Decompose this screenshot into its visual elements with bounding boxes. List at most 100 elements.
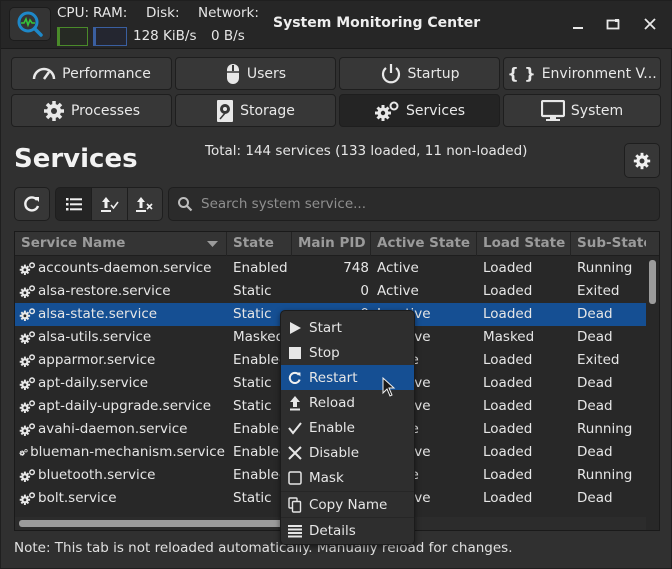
gauge-icon <box>32 67 56 80</box>
menu-item-stop[interactable]: Stop <box>281 340 414 365</box>
column-header-load-state[interactable]: Load State <box>477 232 571 256</box>
service-name-cell: bluetooth.service <box>19 464 225 487</box>
vertical-scrollbar[interactable] <box>649 260 656 304</box>
service-gears-icon <box>19 469 36 482</box>
harddisk-icon <box>217 99 234 122</box>
pid-cell: 748 <box>343 260 369 276</box>
restore-icon <box>606 19 620 30</box>
menu-item-label: Disable <box>309 444 360 461</box>
column-header-state[interactable]: State <box>227 232 292 256</box>
menu-item-disable[interactable]: Disable <box>281 440 414 465</box>
gear-icon <box>43 100 64 121</box>
load-cell: Loaded <box>483 260 533 276</box>
refresh-icon <box>24 196 40 212</box>
restart-icon <box>288 371 301 384</box>
tab-label: System <box>570 102 624 119</box>
menu-item-copy-name[interactable]: Copy Name <box>281 492 414 517</box>
context-menu: Start Stop Restart Reload Enable Disable… <box>280 310 415 545</box>
tab-users[interactable]: Users <box>175 57 336 90</box>
load-cell: Loaded <box>483 490 533 506</box>
show-all-button[interactable] <box>55 187 92 221</box>
sub-cell: Dead <box>577 444 613 460</box>
sub-cell: Dead <box>577 398 613 414</box>
ram-label: RAM: <box>93 5 128 21</box>
service-name: blueman-mechanism.service <box>30 444 225 460</box>
square-outline-icon <box>288 470 302 485</box>
load-cell: Loaded <box>483 352 533 368</box>
menu-item-label: Copy Name <box>309 496 388 513</box>
column-label: Service Name <box>21 235 126 251</box>
load-cell: Loaded <box>483 398 533 414</box>
sort-descending-icon <box>207 241 218 247</box>
reload-note: Note: This tab is not reloaded automatic… <box>14 540 513 556</box>
page-title: Services <box>14 144 138 174</box>
sub-cell: Exited <box>577 283 620 299</box>
tab-services[interactable]: Services <box>339 94 500 127</box>
braces-icon: { } <box>507 64 536 83</box>
service-name-cell: accounts-daemon.service <box>19 257 225 280</box>
list-icon <box>288 524 302 537</box>
tab-system[interactable]: System <box>503 94 661 127</box>
search-input[interactable] <box>201 196 641 212</box>
tab-processes[interactable]: Processes <box>11 94 172 127</box>
tab-storage[interactable]: Storage <box>175 94 336 127</box>
menu-item-label: Stop <box>309 344 340 361</box>
app-logo-button[interactable] <box>9 7 51 41</box>
active-cell: Active <box>377 283 419 299</box>
search-box[interactable] <box>168 187 660 221</box>
upload-x-icon <box>136 197 153 212</box>
menu-item-details[interactable]: Details <box>281 518 414 543</box>
column-header-sub-state[interactable]: Sub-State <box>571 232 646 256</box>
network-value: 0 B/s <box>211 28 245 44</box>
column-header-service-name[interactable]: Service Name <box>15 232 227 256</box>
tab-environment-variables[interactable]: { } Environment V... <box>503 57 661 90</box>
sub-cell: Dead <box>577 329 613 345</box>
service-gears-icon <box>19 423 36 436</box>
minimize-button[interactable] <box>567 13 589 35</box>
tab-startup[interactable]: Startup <box>339 57 500 90</box>
mouse-icon <box>226 63 239 84</box>
sub-cell: Running <box>577 467 633 483</box>
service-gears-icon <box>19 492 36 505</box>
pid-cell: 0 <box>360 283 369 299</box>
tab-performance[interactable]: Performance <box>11 57 172 90</box>
show-non-loaded-button[interactable] <box>127 187 163 221</box>
tab-label: Users <box>246 65 287 82</box>
load-cell: Loaded <box>483 467 533 483</box>
table-row[interactable]: accounts-daemon.service Enabled 748 Active L… <box>15 257 646 280</box>
load-cell: Masked <box>483 329 535 345</box>
tab-label: Startup <box>407 65 460 82</box>
sub-cell: Dead <box>577 306 613 322</box>
service-gears-icon <box>19 377 36 390</box>
state-cell: Enabled <box>233 260 288 276</box>
settings-button[interactable] <box>624 143 660 178</box>
service-name: apparmor.service <box>38 352 156 368</box>
service-name: bolt.service <box>38 490 117 506</box>
close-button[interactable] <box>639 13 661 35</box>
table-row[interactable]: alsa-restore.service Static 0 Active Loaded E… <box>15 280 646 303</box>
table-header: Service Name State Main PID Active State… <box>15 232 659 256</box>
service-name: apt-daily.service <box>38 375 149 391</box>
cpu-label: CPU: <box>57 5 89 21</box>
service-name: bluetooth.service <box>38 467 156 483</box>
monitor-search-icon <box>17 11 43 37</box>
tab-label: Performance <box>62 65 151 82</box>
state-cell: Static <box>233 283 272 299</box>
refresh-button[interactable] <box>14 187 50 221</box>
service-name-cell: apt-daily.service <box>19 372 225 395</box>
column-header-active-state[interactable]: Active State <box>371 232 477 256</box>
menu-item-enable[interactable]: Enable <box>281 415 414 440</box>
menu-item-mask[interactable]: Mask <box>281 465 414 490</box>
show-loaded-button[interactable] <box>91 187 128 221</box>
menu-item-start[interactable]: Start <box>281 315 414 340</box>
maximize-button[interactable] <box>602 13 624 35</box>
column-header-main-pid[interactable]: Main PID <box>292 232 371 256</box>
power-icon <box>381 63 400 83</box>
horizontal-scrollbar[interactable] <box>19 520 289 527</box>
service-name-cell: avahi-daemon.service <box>19 418 225 441</box>
sub-cell: Running <box>577 260 633 276</box>
list-icon <box>65 198 82 211</box>
load-cell: Loaded <box>483 375 533 391</box>
service-name: alsa-utils.service <box>38 329 152 345</box>
tab-label: Environment V... <box>541 65 657 82</box>
